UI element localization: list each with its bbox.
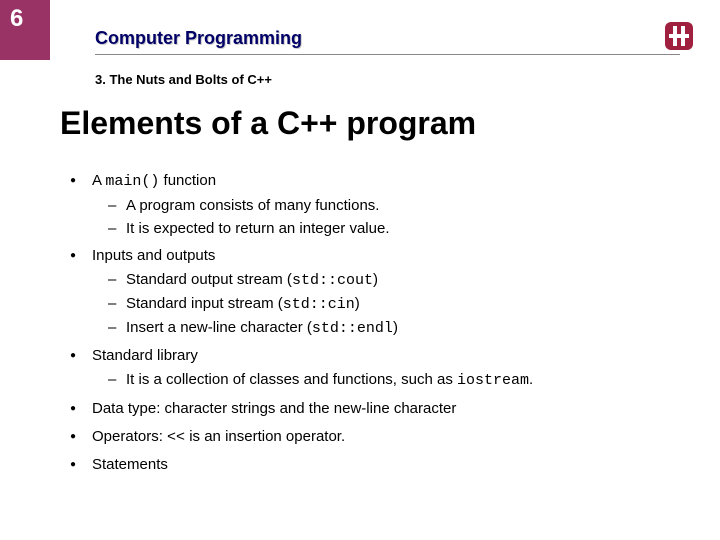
dash-icon [108,293,126,315]
slide-header: 6 Computer Programming [0,0,720,60]
bullet-io: Inputs and outputs Standard output strea… [70,245,680,339]
dash-icon [108,317,126,339]
header-divider [95,54,680,55]
dash-icon [108,195,126,217]
chapter-label: 3. The Nuts and Bolts of C++ [95,72,272,87]
bullet-statements: Statements [70,454,680,476]
bullet-icon [70,245,92,267]
slide-content: A main() function A program consists of … [70,170,680,482]
bullet-stdlib: Standard library It is a collection of c… [70,345,680,392]
bullet-operators: Operators: << is an insertion operator. [70,426,680,449]
bullet-datatype: Data type: character strings and the new… [70,398,680,420]
sub-bullet: Standard input stream (std::cin) [108,293,680,316]
bullet-icon [70,170,92,192]
page-number: 6 [0,0,50,60]
sub-bullet: It is expected to return an integer valu… [108,218,680,240]
sub-bullet: Standard output stream (std::cout) [108,269,680,292]
bullet-main-function: A main() function A program consists of … [70,170,680,239]
dash-icon [108,269,126,291]
bullet-icon [70,426,92,448]
course-title: Computer Programming [95,28,302,49]
bullet-icon [70,454,92,476]
dash-icon [108,369,126,391]
sub-bullet: It is a collection of classes and functi… [108,369,680,392]
bullet-icon [70,398,92,420]
slide-title: Elements of a C++ program [60,105,476,142]
sub-bullet: A program consists of many functions. [108,195,680,217]
dash-icon [108,218,126,240]
university-logo-icon [663,20,695,52]
bullet-icon [70,345,92,367]
sub-bullet: Insert a new-line character (std::endl) [108,317,680,340]
